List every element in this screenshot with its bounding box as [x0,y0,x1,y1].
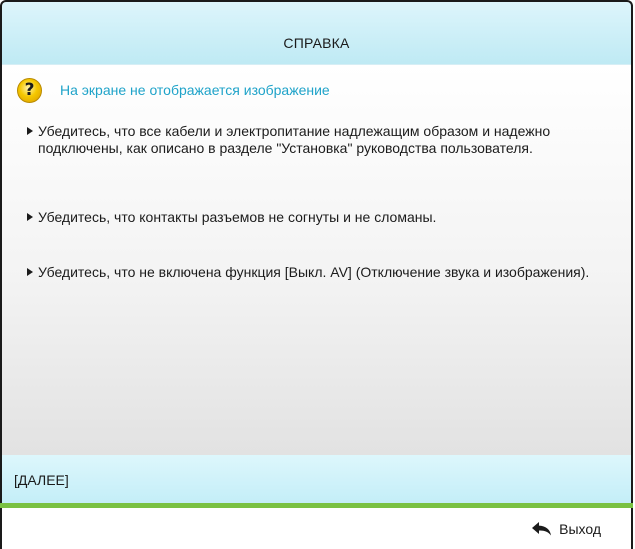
footer-bar: Выход [0,508,633,549]
next-button-label: [ДАЛЕЕ] [14,472,69,488]
bullet-arrow-icon [27,127,33,135]
list-item-text: Убедитесь, что все кабели и электропитан… [38,123,551,156]
list-item-text: Убедитесь, что не включена функция [Выкл… [38,264,590,280]
help-header: СПРАВКА [2,2,631,65]
help-topic: ? На экране не отображается изображение [17,77,330,103]
bullet-arrow-icon [27,213,33,221]
list-item-text: Убедитесь, что контакты разъемов не согн… [38,209,437,225]
exit-label: Выход [559,521,601,537]
help-content: ? На экране не отображается изображение … [2,65,631,455]
exit-button[interactable]: Выход [532,521,601,537]
list-item: Убедитесь, что контакты разъемов не согн… [27,209,617,226]
question-icon: ? [17,77,42,103]
bullet-arrow-icon [27,268,33,276]
page-title: СПРАВКА [283,35,350,51]
next-button[interactable]: [ДАЛЕЕ] [0,455,633,503]
return-arrow-icon [532,522,552,536]
list-item: Убедитесь, что все кабели и электропитан… [27,123,617,157]
list-item: Убедитесь, что не включена функция [Выкл… [27,264,617,281]
help-topic-title: На экране не отображается изображение [60,82,330,98]
help-dialog: СПРАВКА ? На экране не отображается изоб… [0,0,635,549]
